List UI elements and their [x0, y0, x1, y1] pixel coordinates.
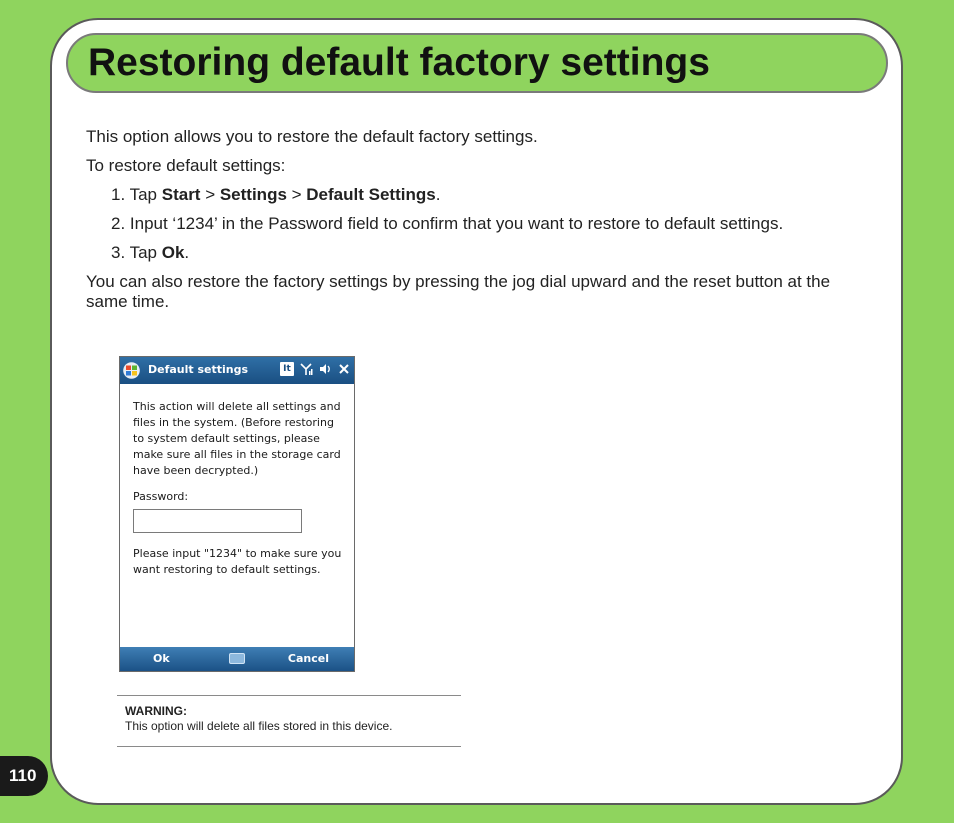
device-screenshot: Default settings It This action will del… [119, 356, 355, 672]
warning-title: WARNING: [125, 704, 187, 718]
lead-paragraph: To restore default settings: [86, 156, 286, 175]
step-1-end: . [435, 185, 441, 204]
title-banner: Restoring default factory settings [66, 33, 888, 93]
device-message: This action will delete all settings and… [133, 400, 341, 477]
step-1-prefix: 1. Tap [111, 185, 162, 204]
password-label: Password: [133, 490, 189, 503]
softkey-bar: Ok Cancel [120, 647, 354, 671]
windows-flag-icon[interactable] [123, 362, 140, 379]
keyboard-icon[interactable] [229, 653, 245, 664]
step-3-end: . [184, 243, 190, 262]
step-1-default-settings: Default Settings [306, 185, 436, 204]
step-1-sep2: > [286, 185, 307, 204]
step-1: 1. Tap Start > Settings > Default Settin… [111, 185, 876, 205]
intro-paragraph: This option allows you to restore the de… [86, 127, 538, 146]
cancel-softkey-button[interactable]: Cancel [288, 652, 329, 665]
speaker-icon[interactable] [318, 362, 332, 376]
ok-softkey-button[interactable]: Ok [153, 652, 170, 665]
also-paragraph: You can also restore the factory setting… [86, 272, 831, 311]
step-2: 2. Input ‘1234’ in the Password field to… [111, 214, 784, 233]
step-1-sep1: > [200, 185, 220, 204]
step-1-start: Start [161, 185, 201, 204]
signal-icon[interactable] [299, 362, 313, 376]
step-3-prefix: 3. Tap [111, 243, 162, 262]
step-3: 3. Tap Ok. [111, 243, 876, 263]
device-hint: Please input "1234" to make sure you wan… [133, 547, 342, 576]
step-1-settings: Settings [219, 185, 287, 204]
device-content: This action will delete all settings and… [133, 399, 343, 578]
step-3-ok: Ok [161, 243, 185, 262]
password-input[interactable] [133, 509, 302, 533]
page-title: Restoring default factory settings [88, 41, 710, 84]
body-text: This option allows you to restore the de… [86, 127, 876, 321]
warning-box: WARNING: This option will delete all fil… [117, 695, 461, 747]
status-icons: It [280, 362, 351, 376]
warning-text: This option will delete all files stored… [125, 719, 393, 733]
device-titlebar: Default settings It [120, 357, 354, 384]
keyboard-indicator-icon[interactable]: It [280, 362, 294, 376]
page-number: 110 [0, 756, 48, 796]
close-icon[interactable] [337, 362, 351, 376]
device-title: Default settings [148, 363, 249, 376]
